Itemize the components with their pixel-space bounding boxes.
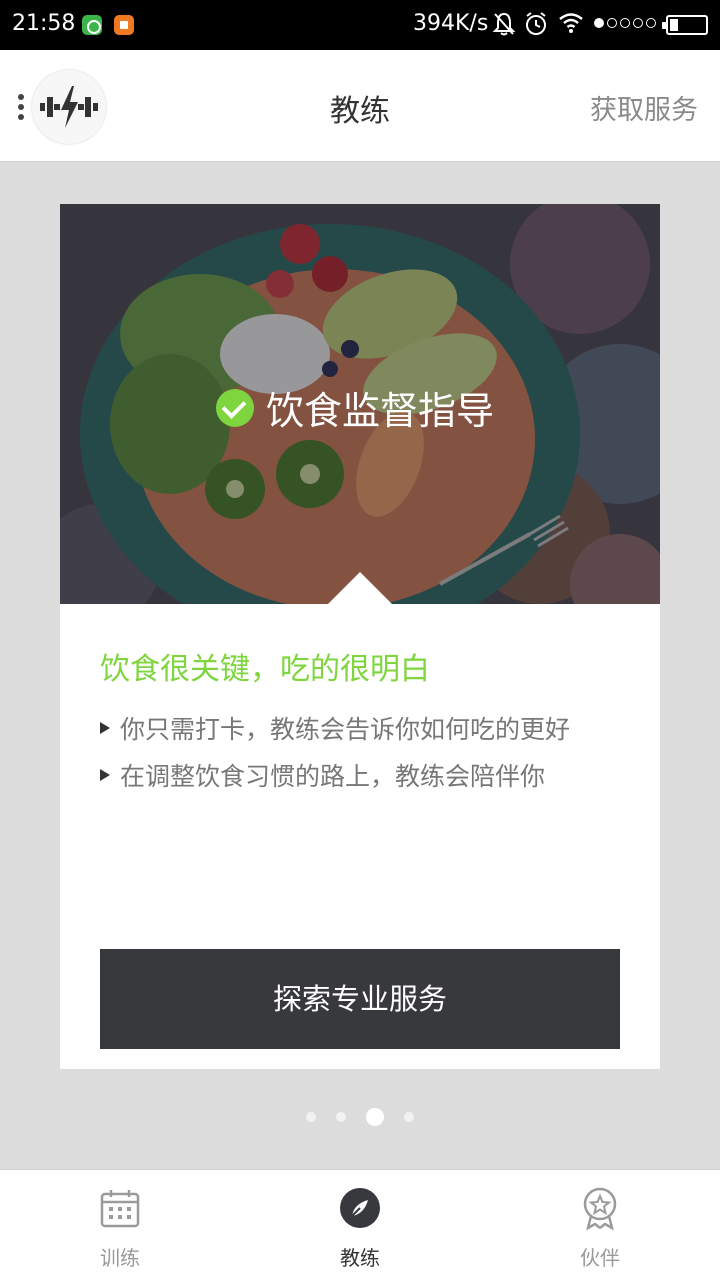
- page-indicator: [0, 1108, 720, 1126]
- check-circle-icon: [216, 388, 254, 427]
- tab-label: 教练: [340, 1246, 380, 1270]
- list-item-text: 你只需打卡，教练会告诉你如何吃的更好: [120, 714, 571, 744]
- bell-muted-icon: [492, 12, 516, 36]
- triangle-bullet-icon: [100, 721, 110, 734]
- hero-title: 饮食监督指导: [216, 380, 494, 435]
- badge-star-icon: [583, 1187, 617, 1230]
- shield-app-icon: [82, 15, 102, 35]
- alarm-icon: [526, 12, 546, 35]
- calendar-icon: [100, 1190, 140, 1228]
- get-service-button[interactable]: 获取服务: [590, 88, 698, 127]
- battery-icon: [662, 15, 708, 35]
- status-bar: 21:58 394K/s: [0, 0, 720, 50]
- tab-partner[interactable]: 伙伴: [480, 1170, 720, 1280]
- compass-leaf-icon: [340, 1188, 380, 1228]
- wifi-icon: [559, 13, 583, 33]
- app-header: 教练 获取服务: [0, 50, 720, 162]
- card-heading: 饮食很关键，吃的很明白: [100, 652, 430, 687]
- page-dot[interactable]: [404, 1112, 414, 1122]
- list-item-text: 在调整饮食习惯的路上，教练会陪伴你: [120, 761, 546, 791]
- bottom-navigation: 训练 教练 伙伴: [0, 1169, 720, 1280]
- hero-image: 饮食监督指导: [60, 204, 660, 604]
- pointer-notch: [328, 572, 392, 604]
- tab-label: 训练: [100, 1246, 140, 1270]
- tab-coach[interactable]: 教练: [240, 1170, 480, 1280]
- feature-list: 你只需打卡，教练会告诉你如何吃的更好 在调整饮食习惯的路上，教练会陪伴你: [100, 704, 570, 798]
- signal-dots-icon: [594, 18, 656, 28]
- orange-app-icon: [114, 15, 134, 35]
- hero-title-text: 饮食监督指导: [266, 389, 495, 433]
- list-item: 在调整饮食习惯的路上，教练会陪伴你: [100, 751, 570, 798]
- tab-training[interactable]: 训练: [0, 1170, 240, 1280]
- page-dot[interactable]: [336, 1112, 346, 1122]
- status-time: 21:58: [12, 11, 76, 36]
- triangle-bullet-icon: [100, 768, 110, 781]
- page-dot[interactable]: [306, 1112, 316, 1122]
- page-dot-active[interactable]: [366, 1108, 384, 1126]
- service-card: 饮食监督指导 饮食很关键，吃的很明白 你只需打卡，教练会告诉你如何吃的更好 在调…: [60, 204, 660, 1069]
- explore-service-button[interactable]: 探索专业服务: [100, 949, 620, 1049]
- network-speed: 394K/s: [413, 11, 489, 36]
- list-item: 你只需打卡，教练会告诉你如何吃的更好: [100, 704, 570, 751]
- tab-label: 伙伴: [580, 1246, 620, 1270]
